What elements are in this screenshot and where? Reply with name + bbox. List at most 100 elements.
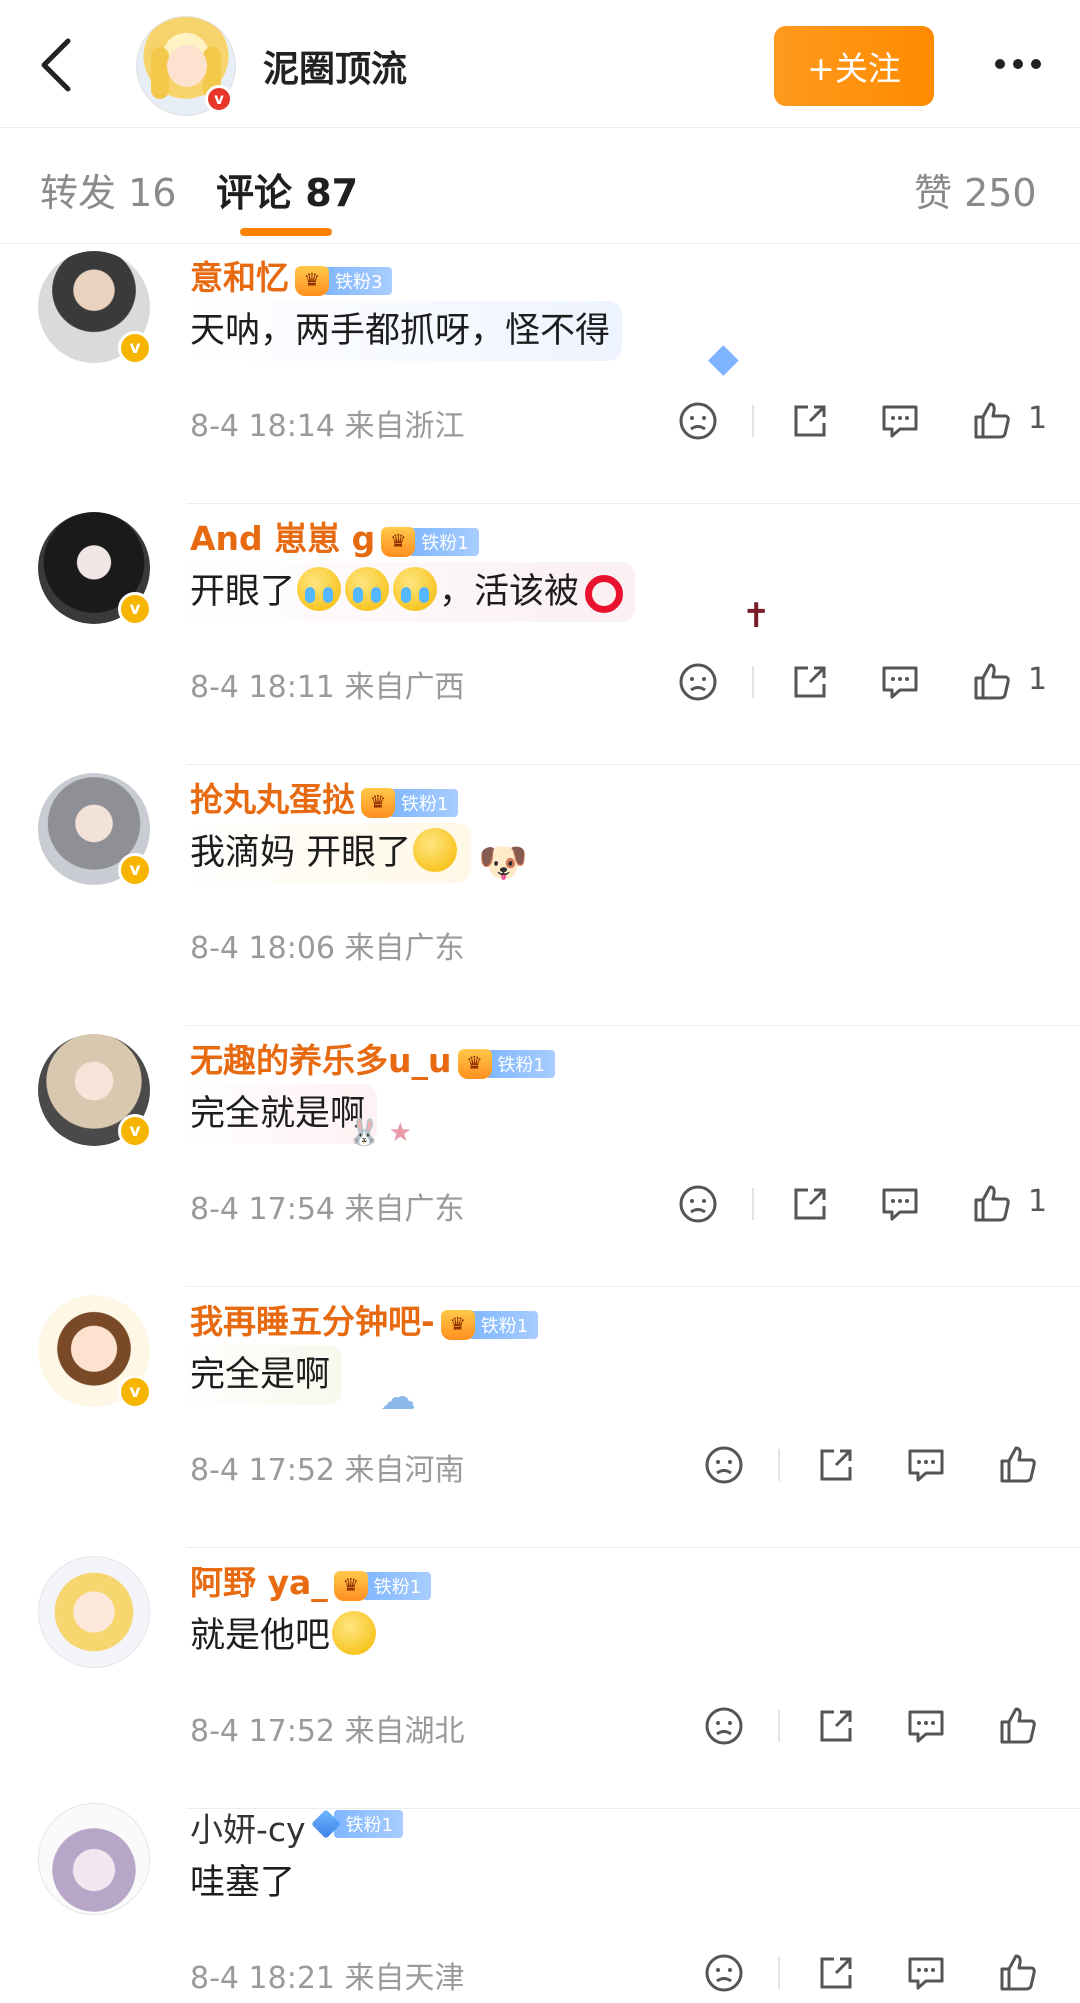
username[interactable]: And 崽崽 g ♛ 铁粉1 bbox=[190, 512, 479, 560]
comment-text: 完全是啊 bbox=[178, 1345, 343, 1405]
thumbs-up-icon bbox=[1000, 1707, 1036, 1744]
back-button[interactable] bbox=[26, 30, 86, 100]
comment-actions: 1 bbox=[676, 391, 1080, 451]
share-button[interactable] bbox=[788, 660, 832, 704]
share-button[interactable] bbox=[814, 1951, 858, 1995]
crying-emoji-icon bbox=[297, 567, 342, 611]
verified-badge-icon: v bbox=[205, 85, 233, 113]
crown-icon: ♛ bbox=[333, 1570, 368, 1601]
avatar[interactable] bbox=[38, 1803, 150, 1915]
like-count: 1 bbox=[1028, 401, 1048, 436]
avatar[interactable]: v bbox=[38, 512, 152, 626]
share-icon bbox=[820, 1449, 852, 1481]
sad-face-icon bbox=[679, 663, 717, 701]
crown-icon: ♛ bbox=[295, 265, 329, 296]
account-name[interactable]: 泥圈顶流 bbox=[263, 40, 407, 92]
share-button[interactable] bbox=[814, 1443, 858, 1487]
verified-badge-icon: v bbox=[118, 853, 152, 887]
reply-button[interactable] bbox=[904, 1951, 948, 1995]
username[interactable]: 小妍-cy 铁粉1 bbox=[190, 1803, 404, 1851]
sleepy-emoji-icon bbox=[413, 828, 458, 872]
avatar[interactable] bbox=[38, 1556, 150, 1668]
username[interactable]: 意和忆 ♛ 铁粉3 bbox=[190, 251, 393, 299]
dot-icon bbox=[995, 59, 1005, 69]
top-bar: v 泥圈顶流 +关注 bbox=[0, 0, 1080, 128]
share-button[interactable] bbox=[788, 399, 832, 443]
verified-badge-icon: v bbox=[118, 1375, 152, 1409]
comment-item: 阿野 ya_ ♛ 铁粉1 就是他吧 8-4 17:52 来自湖北 bbox=[0, 1548, 1080, 1809]
red-circle-icon bbox=[585, 575, 624, 613]
share-icon bbox=[794, 1188, 826, 1220]
reply-button[interactable] bbox=[904, 1443, 948, 1487]
tab-repost[interactable]: 转发 16 bbox=[40, 162, 176, 217]
dot-icon bbox=[1013, 59, 1023, 69]
like-count: 1 bbox=[1028, 1184, 1048, 1219]
avatar[interactable]: v bbox=[38, 1034, 152, 1148]
reply-button[interactable] bbox=[904, 1704, 948, 1748]
username[interactable]: 无趣的养乐多u_u ♛ 铁粉1 bbox=[190, 1034, 555, 1082]
comment-icon bbox=[882, 405, 918, 438]
like-button[interactable] bbox=[970, 399, 1014, 443]
sad-face-icon bbox=[705, 1707, 743, 1745]
username[interactable]: 阿野 ya_ ♛ 铁粉1 bbox=[190, 1556, 432, 1604]
dislike-button[interactable] bbox=[676, 660, 720, 704]
dislike-button[interactable] bbox=[702, 1704, 746, 1748]
share-button[interactable] bbox=[788, 1182, 832, 1226]
thumbs-up-icon bbox=[1000, 1954, 1036, 1991]
tab-likes[interactable]: 赞 250 bbox=[914, 162, 1037, 217]
username[interactable]: 我再睡五分钟吧- ♛ 铁粉1 bbox=[190, 1295, 539, 1343]
fan-badge: ♛ 铁粉1 bbox=[333, 1570, 432, 1601]
account-avatar[interactable]: v bbox=[136, 16, 236, 116]
fan-badge: ♛ 铁粉1 bbox=[381, 526, 479, 557]
like-button[interactable] bbox=[996, 1951, 1040, 1995]
like-button[interactable] bbox=[996, 1443, 1040, 1487]
comment-icon bbox=[882, 666, 918, 699]
dislike-button[interactable] bbox=[702, 1951, 746, 1995]
comment-meta: 8-4 17:52 来自河南 bbox=[190, 1453, 465, 1488]
verified-badge-icon: v bbox=[118, 592, 152, 626]
username[interactable]: 抢丸丸蛋挞 ♛ 铁粉1 bbox=[190, 773, 459, 821]
share-icon bbox=[794, 666, 826, 698]
crying-emoji-icon bbox=[345, 567, 390, 611]
crown-icon: ♛ bbox=[381, 526, 416, 557]
share-icon bbox=[820, 1957, 852, 1989]
comment-meta: 8-4 18:21 来自天津 bbox=[190, 1961, 465, 1996]
comment-actions: 1 bbox=[676, 1174, 1080, 1234]
tab-comments[interactable]: 评论 87 bbox=[216, 162, 358, 217]
comment-text: 天呐，两手都抓呀，怪不得 bbox=[178, 301, 623, 361]
thinking-emoji-icon bbox=[332, 1611, 377, 1655]
comment-meta: 8-4 17:52 来自湖北 bbox=[190, 1714, 465, 1749]
dislike-button[interactable] bbox=[676, 399, 720, 443]
avatar[interactable]: v bbox=[38, 773, 152, 887]
comment-text: 哇塞了 bbox=[190, 1863, 296, 1903]
share-icon bbox=[820, 1710, 852, 1742]
comment-meta: 8-4 17:54 来自广东 bbox=[190, 1192, 465, 1227]
crown-icon: ♛ bbox=[361, 787, 395, 818]
comment-item: v 无趣的养乐多u_u ♛ 铁粉1 完全就是啊 🐰 ★ 8-4 17:54 来自广东… bbox=[0, 1026, 1080, 1287]
dislike-button[interactable] bbox=[702, 1443, 746, 1487]
comment-actions bbox=[702, 1696, 1080, 1756]
more-options-button[interactable] bbox=[978, 44, 1058, 84]
avatar[interactable]: v bbox=[38, 1295, 152, 1409]
like-button[interactable] bbox=[970, 660, 1014, 704]
like-count: 1 bbox=[1028, 662, 1048, 697]
like-button[interactable] bbox=[996, 1704, 1040, 1748]
reply-button[interactable] bbox=[878, 399, 922, 443]
avatar[interactable]: v bbox=[38, 251, 152, 365]
comment-actions bbox=[702, 1943, 1080, 2003]
comment-icon bbox=[908, 1957, 944, 1990]
comment-item: v 抢丸丸蛋挞 ♛ 铁粉1 我滴妈 开眼了 🐶 8-4 18:06 来自广东 bbox=[0, 765, 1080, 1026]
reply-button[interactable] bbox=[878, 1182, 922, 1226]
dislike-button[interactable] bbox=[676, 1182, 720, 1226]
comment-meta: 8-4 18:06 来自广东 bbox=[190, 931, 465, 966]
share-button[interactable] bbox=[814, 1704, 858, 1748]
fan-badge: ♛ 铁粉1 bbox=[440, 1309, 539, 1340]
reply-button[interactable] bbox=[878, 660, 922, 704]
comment-actions: 1 bbox=[676, 652, 1080, 712]
comment-icon bbox=[908, 1710, 944, 1743]
follow-button[interactable]: +关注 bbox=[774, 26, 934, 106]
dot-icon bbox=[1031, 59, 1041, 69]
like-button[interactable] bbox=[970, 1182, 1014, 1226]
fan-badge: 铁粉1 bbox=[310, 1809, 404, 1839]
diamond-decoration-icon: ◆ bbox=[708, 335, 739, 381]
